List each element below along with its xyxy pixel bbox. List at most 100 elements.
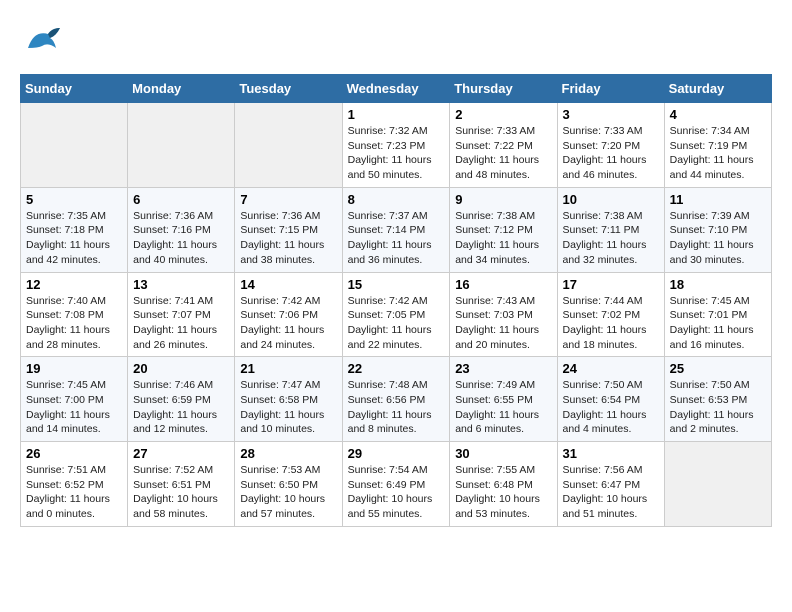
day-number: 19 [26,361,122,376]
day-info: Sunrise: 7:53 AM Sunset: 6:50 PM Dayligh… [240,463,336,522]
calendar-cell: 11 Sunrise: 7:39 AM Sunset: 7:10 PM Dayli… [664,187,771,272]
calendar-cell: 9Sunrise: 7:38 AM Sunset: 7:12 PM Daylig… [450,187,557,272]
calendar-cell: 1 Sunrise: 7:32 AM Sunset: 7:23 PM Daylig… [342,103,450,188]
day-number: 21 [240,361,336,376]
calendar-cell: 14 Sunrise: 7:42 AM Sunset: 7:06 PM Dayli… [235,272,342,357]
day-number: 16 [455,277,551,292]
day-info: Sunrise: 7:38 AM Sunset: 7:11 PM Dayligh… [563,209,659,268]
day-info: Sunrise: 7:50 AM Sunset: 6:54 PM Dayligh… [563,378,659,437]
day-info: Sunrise: 7:33 AM Sunset: 7:22 PM Dayligh… [455,124,551,183]
day-number: 22 [348,361,445,376]
day-info: Sunrise: 7:32 AM Sunset: 7:23 PM Dayligh… [348,124,445,183]
calendar-header-saturday: Saturday [664,75,771,103]
calendar-cell: 29 Sunrise: 7:54 AM Sunset: 6:49 PM Dayli… [342,442,450,527]
calendar-week-1: 1 Sunrise: 7:32 AM Sunset: 7:23 PM Daylig… [21,103,772,188]
day-info: Sunrise: 7:35 AM Sunset: 7:18 PM Dayligh… [26,209,122,268]
calendar-week-4: 19 Sunrise: 7:45 AM Sunset: 7:00 PM Dayli… [21,357,772,442]
day-number: 15 [348,277,445,292]
calendar-cell: 28Sunrise: 7:53 AM Sunset: 6:50 PM Dayli… [235,442,342,527]
calendar-cell: 27 Sunrise: 7:52 AM Sunset: 6:51 PM Dayli… [128,442,235,527]
day-number: 17 [563,277,659,292]
day-info: Sunrise: 7:36 AM Sunset: 7:15 PM Dayligh… [240,209,336,268]
calendar-cell: 20 Sunrise: 7:46 AM Sunset: 6:59 PM Dayli… [128,357,235,442]
day-number: 20 [133,361,229,376]
day-number: 11 [670,192,766,207]
day-number: 5 [26,192,122,207]
calendar-cell: 31 Sunrise: 7:56 AM Sunset: 6:47 PM Dayli… [557,442,664,527]
day-info: Sunrise: 7:39 AM Sunset: 7:10 PM Dayligh… [670,209,766,268]
day-info: Sunrise: 7:54 AM Sunset: 6:49 PM Dayligh… [348,463,445,522]
day-info: Sunrise: 7:56 AM Sunset: 6:47 PM Dayligh… [563,463,659,522]
calendar-week-3: 12 Sunrise: 7:40 AM Sunset: 7:08 PM Dayli… [21,272,772,357]
day-number: 31 [563,446,659,461]
calendar-cell [21,103,128,188]
logo-icon [20,20,64,64]
calendar-cell: 7 Sunrise: 7:36 AM Sunset: 7:15 PM Daylig… [235,187,342,272]
day-info: Sunrise: 7:37 AM Sunset: 7:14 PM Dayligh… [348,209,445,268]
day-number: 12 [26,277,122,292]
calendar-cell: 17 Sunrise: 7:44 AM Sunset: 7:02 PM Dayli… [557,272,664,357]
calendar-cell: 15 Sunrise: 7:42 AM Sunset: 7:05 PM Dayli… [342,272,450,357]
calendar-cell: 21 Sunrise: 7:47 AM Sunset: 6:58 PM Dayli… [235,357,342,442]
day-info: Sunrise: 7:50 AM Sunset: 6:53 PM Dayligh… [670,378,766,437]
day-info: Sunrise: 7:40 AM Sunset: 7:08 PM Dayligh… [26,294,122,353]
calendar-header-wednesday: Wednesday [342,75,450,103]
day-info: Sunrise: 7:45 AM Sunset: 7:01 PM Dayligh… [670,294,766,353]
calendar-cell: 24 Sunrise: 7:50 AM Sunset: 6:54 PM Dayli… [557,357,664,442]
logo [20,20,68,64]
day-number: 14 [240,277,336,292]
day-info: Sunrise: 7:42 AM Sunset: 7:06 PM Dayligh… [240,294,336,353]
day-number: 13 [133,277,229,292]
day-number: 29 [348,446,445,461]
day-number: 27 [133,446,229,461]
day-info: Sunrise: 7:33 AM Sunset: 7:20 PM Dayligh… [563,124,659,183]
day-number: 24 [563,361,659,376]
calendar-header-row: SundayMondayTuesdayWednesdayThursdayFrid… [21,75,772,103]
day-info: Sunrise: 7:45 AM Sunset: 7:00 PM Dayligh… [26,378,122,437]
day-info: Sunrise: 7:55 AM Sunset: 6:48 PM Dayligh… [455,463,551,522]
calendar-header-thursday: Thursday [450,75,557,103]
calendar-cell [664,442,771,527]
day-number: 18 [670,277,766,292]
calendar-header-monday: Monday [128,75,235,103]
day-info: Sunrise: 7:42 AM Sunset: 7:05 PM Dayligh… [348,294,445,353]
calendar-cell: 8 Sunrise: 7:37 AM Sunset: 7:14 PM Daylig… [342,187,450,272]
day-info: Sunrise: 7:43 AM Sunset: 7:03 PM Dayligh… [455,294,551,353]
calendar-cell: 23Sunrise: 7:49 AM Sunset: 6:55 PM Dayli… [450,357,557,442]
day-number: 10 [563,192,659,207]
calendar-cell: 13 Sunrise: 7:41 AM Sunset: 7:07 PM Dayli… [128,272,235,357]
calendar-week-2: 5 Sunrise: 7:35 AM Sunset: 7:18 PM Daylig… [21,187,772,272]
day-info: Sunrise: 7:47 AM Sunset: 6:58 PM Dayligh… [240,378,336,437]
calendar-cell: 30 Sunrise: 7:55 AM Sunset: 6:48 PM Dayli… [450,442,557,527]
day-number: 2 [455,107,551,122]
calendar-cell: 22Sunrise: 7:48 AM Sunset: 6:56 PM Dayli… [342,357,450,442]
day-info: Sunrise: 7:36 AM Sunset: 7:16 PM Dayligh… [133,209,229,268]
calendar-cell: 18 Sunrise: 7:45 AM Sunset: 7:01 PM Dayli… [664,272,771,357]
calendar-cell: 25 Sunrise: 7:50 AM Sunset: 6:53 PM Dayli… [664,357,771,442]
day-number: 8 [348,192,445,207]
day-number: 6 [133,192,229,207]
calendar-cell: 12 Sunrise: 7:40 AM Sunset: 7:08 PM Dayli… [21,272,128,357]
calendar-cell: 2 Sunrise: 7:33 AM Sunset: 7:22 PM Daylig… [450,103,557,188]
day-number: 1 [348,107,445,122]
calendar-body: 1 Sunrise: 7:32 AM Sunset: 7:23 PM Daylig… [21,103,772,527]
day-number: 26 [26,446,122,461]
calendar-cell: 6 Sunrise: 7:36 AM Sunset: 7:16 PM Daylig… [128,187,235,272]
day-info: Sunrise: 7:52 AM Sunset: 6:51 PM Dayligh… [133,463,229,522]
calendar-header-sunday: Sunday [21,75,128,103]
calendar-cell: 4Sunrise: 7:34 AM Sunset: 7:19 PM Daylig… [664,103,771,188]
page-header [20,20,772,64]
day-info: Sunrise: 7:44 AM Sunset: 7:02 PM Dayligh… [563,294,659,353]
calendar-cell [128,103,235,188]
day-info: Sunrise: 7:41 AM Sunset: 7:07 PM Dayligh… [133,294,229,353]
day-number: 30 [455,446,551,461]
day-number: 7 [240,192,336,207]
day-number: 3 [563,107,659,122]
day-number: 25 [670,361,766,376]
day-info: Sunrise: 7:34 AM Sunset: 7:19 PM Dayligh… [670,124,766,183]
day-info: Sunrise: 7:46 AM Sunset: 6:59 PM Dayligh… [133,378,229,437]
calendar-cell: 16 Sunrise: 7:43 AM Sunset: 7:03 PM Dayli… [450,272,557,357]
calendar-header-tuesday: Tuesday [235,75,342,103]
calendar-cell: 5 Sunrise: 7:35 AM Sunset: 7:18 PM Daylig… [21,187,128,272]
calendar-cell: 10 Sunrise: 7:38 AM Sunset: 7:11 PM Dayli… [557,187,664,272]
